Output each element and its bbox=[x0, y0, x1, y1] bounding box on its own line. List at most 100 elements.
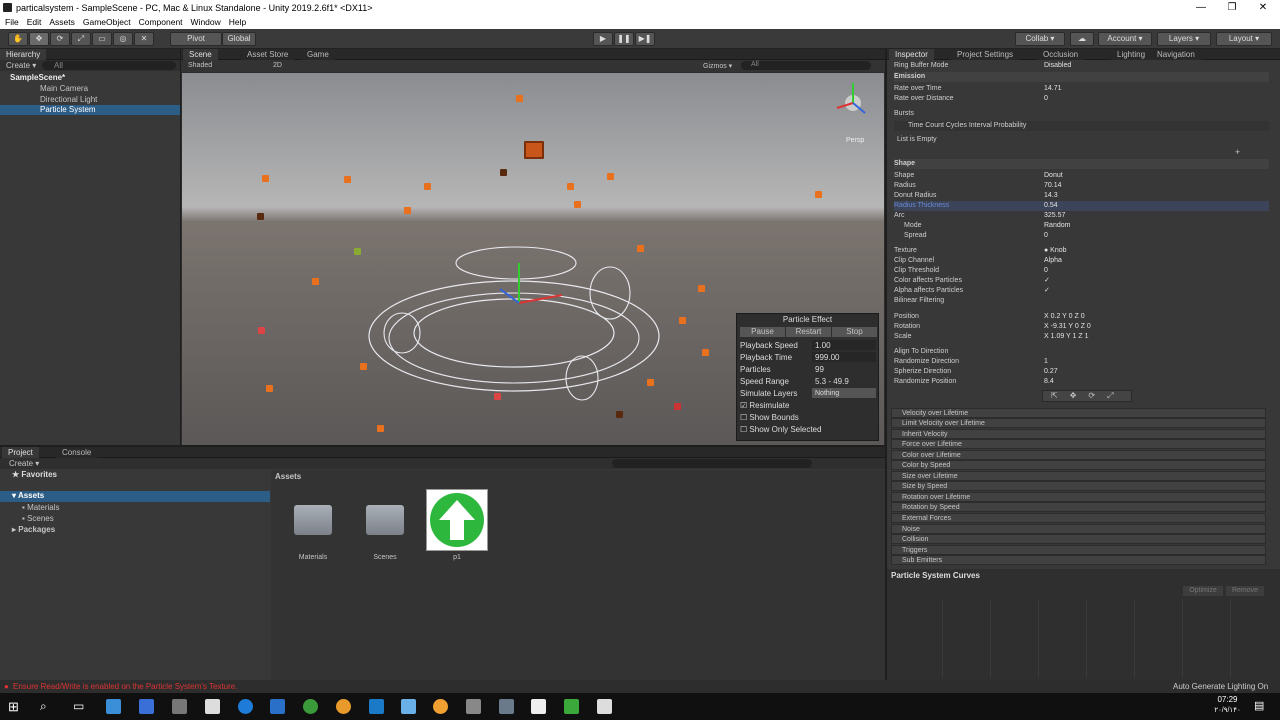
clock-time[interactable]: 07:29 bbox=[1205, 695, 1250, 704]
show-bounds-row[interactable]: ☐ Show Bounds bbox=[740, 412, 876, 423]
app-icon[interactable] bbox=[369, 699, 384, 714]
clip-channel-dropdown[interactable]: Alpha bbox=[1044, 256, 1062, 266]
module-external-forces[interactable]: External Forces bbox=[891, 513, 1266, 523]
pause-button[interactable]: ❚❚ bbox=[614, 32, 634, 46]
show-only-selected-row[interactable]: ☐ Show Only Selected bbox=[740, 424, 876, 435]
hand-tool-icon[interactable]: ✋ bbox=[8, 32, 28, 46]
step-button[interactable]: ▶❚ bbox=[635, 32, 655, 46]
rate-over-time-field[interactable]: 14.71 bbox=[1044, 84, 1062, 94]
favorites-label[interactable]: ★ Favorites bbox=[12, 470, 57, 479]
p1-texture[interactable] bbox=[426, 489, 488, 551]
menu-edit[interactable]: Edit bbox=[27, 16, 42, 29]
module-sub-emitters[interactable]: Sub Emitters bbox=[891, 555, 1266, 565]
resimulate-row[interactable]: ☑ Resimulate bbox=[740, 400, 876, 411]
scene-root[interactable]: SampleScene* bbox=[0, 73, 180, 83]
tab-lighting[interactable]: Lighting bbox=[1111, 49, 1152, 60]
add-burst-button[interactable]: + bbox=[1235, 147, 1240, 157]
module-limit-velocity[interactable]: Limit Velocity over Lifetime bbox=[891, 418, 1266, 428]
tab-project-settings[interactable]: Project Settings bbox=[951, 49, 1020, 60]
module-triggers[interactable]: Triggers bbox=[891, 545, 1266, 555]
particle-system-icon[interactable] bbox=[524, 141, 544, 159]
rotate-tool-icon[interactable]: ⟳ bbox=[50, 32, 70, 46]
shading-mode-dropdown[interactable]: Shaded bbox=[188, 62, 212, 69]
search-icon[interactable]: ⌕ bbox=[40, 699, 55, 714]
app-icon[interactable] bbox=[564, 699, 579, 714]
remove-button[interactable]: Remove bbox=[1226, 586, 1264, 596]
tab-console[interactable]: Console bbox=[56, 447, 98, 458]
module-size-over-lifetime[interactable]: Size over Lifetime bbox=[891, 471, 1266, 481]
curve-editor[interactable] bbox=[895, 599, 1275, 677]
global-toggle[interactable]: Global bbox=[222, 32, 256, 46]
resimulate-checkbox[interactable]: ☑ bbox=[740, 401, 747, 410]
hierarchy-item-particle-system[interactable]: Particle System bbox=[0, 105, 180, 115]
gizmos-dropdown[interactable]: Gizmos ▾ bbox=[703, 62, 732, 70]
color-affects-checkbox[interactable]: ✓ bbox=[1044, 276, 1050, 286]
unity-icon[interactable] bbox=[531, 699, 546, 714]
arc-spread-field[interactable]: 0 bbox=[1044, 231, 1048, 241]
simulate-layers-dropdown[interactable]: Nothing bbox=[812, 388, 876, 398]
windows-start-icon[interactable]: ⊞ bbox=[8, 699, 23, 714]
account-dropdown[interactable]: Account ▾ bbox=[1098, 32, 1152, 46]
spherize-direction-field[interactable]: 0.27 bbox=[1044, 367, 1058, 377]
shape-gizmo-tools[interactable]: ⇱✥⟳⤢ bbox=[1042, 390, 1132, 402]
hierarchy-search[interactable]: All bbox=[42, 61, 176, 70]
project-search[interactable] bbox=[612, 459, 812, 468]
restart-effect-button[interactable]: Restart bbox=[786, 327, 831, 337]
tree-packages[interactable]: ▸ Packages bbox=[12, 525, 55, 534]
module-rotation-over-lifetime[interactable]: Rotation over Lifetime bbox=[891, 492, 1266, 502]
maximize-button[interactable]: ❐ bbox=[1217, 1, 1247, 15]
file-explorer-icon[interactable] bbox=[106, 699, 121, 714]
module-force-over-lifetime[interactable]: Force over Lifetime bbox=[891, 439, 1266, 449]
pivot-toggle[interactable]: Pivot bbox=[170, 32, 222, 46]
folder-icon[interactable] bbox=[366, 505, 404, 535]
rect-tool-icon[interactable]: ▭ bbox=[92, 32, 112, 46]
hierarchy-item-main-camera[interactable]: Main Camera bbox=[0, 84, 180, 94]
scale-fields[interactable]: X 1.09 Y 1 Z 1 bbox=[1044, 332, 1089, 342]
custom-tool-icon[interactable]: ✕ bbox=[134, 32, 154, 46]
menu-assets[interactable]: Assets bbox=[49, 16, 75, 29]
mail-icon[interactable] bbox=[270, 699, 285, 714]
position-fields[interactable]: X 0.2 Y 0 Z 0 bbox=[1044, 312, 1085, 322]
tab-game[interactable]: Game bbox=[301, 49, 335, 60]
randomize-position-field[interactable]: 8.4 bbox=[1044, 377, 1054, 387]
tab-navigation[interactable]: Navigation bbox=[1151, 49, 1201, 60]
show-bounds-checkbox[interactable]: ☐ bbox=[740, 413, 747, 422]
move-tool-icon[interactable]: ✥ bbox=[29, 32, 49, 46]
tree-materials[interactable]: ▪ Materials bbox=[22, 503, 60, 512]
tab-inspector[interactable]: Inspector bbox=[889, 49, 934, 60]
rotation-fields[interactable]: X -9.31 Y 0 Z 0 bbox=[1044, 322, 1091, 332]
app-icon[interactable] bbox=[499, 699, 514, 714]
transform-tool-icon[interactable]: ◎ bbox=[113, 32, 133, 46]
app-icon[interactable] bbox=[401, 699, 416, 714]
scene-search[interactable]: All bbox=[741, 61, 871, 70]
prop-value[interactable]: Disabled bbox=[1044, 61, 1071, 71]
rate-over-distance-field[interactable]: 0 bbox=[1044, 94, 1048, 104]
optimize-button[interactable]: Optimize bbox=[1183, 586, 1223, 596]
tab-occlusion[interactable]: Occlusion bbox=[1037, 49, 1085, 60]
shape-dropdown[interactable]: Donut bbox=[1044, 171, 1063, 181]
tab-project[interactable]: Project bbox=[2, 447, 39, 458]
menu-gameobject[interactable]: GameObject bbox=[83, 16, 131, 29]
module-size-by-speed[interactable]: Size by Speed bbox=[891, 481, 1266, 491]
hierarchy-item-directional-light[interactable]: Directional Light bbox=[0, 95, 180, 105]
module-collision[interactable]: Collision bbox=[891, 534, 1266, 544]
playback-speed-field[interactable]: 1.00 bbox=[812, 340, 876, 350]
randomize-direction-field[interactable]: 1 bbox=[1044, 357, 1048, 367]
play-button[interactable]: ▶ bbox=[593, 32, 613, 46]
minimize-button[interactable]: — bbox=[1186, 1, 1216, 15]
module-shape[interactable]: Shape bbox=[894, 159, 1269, 169]
collab-dropdown[interactable]: Collab ▾ bbox=[1015, 32, 1065, 46]
menu-file[interactable]: File bbox=[5, 16, 19, 29]
create-dropdown[interactable]: Create ▾ bbox=[9, 459, 39, 468]
module-inherit-velocity[interactable]: Inherit Velocity bbox=[891, 429, 1266, 439]
texture-field[interactable]: ● Knob bbox=[1044, 246, 1067, 256]
tab-hierarchy[interactable]: Hierarchy bbox=[0, 49, 47, 60]
module-emission[interactable]: Emission bbox=[894, 72, 1269, 82]
module-velocity-over-lifetime[interactable]: Velocity over Lifetime bbox=[891, 408, 1266, 418]
scene-viewport[interactable]: Persp Particle Effect Pause Restart Stop… bbox=[182, 73, 884, 445]
calculator-icon[interactable] bbox=[205, 699, 220, 714]
arc-mode-dropdown[interactable]: Random bbox=[1044, 221, 1070, 231]
layers-dropdown[interactable]: Layers ▾ bbox=[1157, 32, 1211, 46]
stop-effect-button[interactable]: Stop bbox=[832, 327, 877, 337]
close-button[interactable]: ✕ bbox=[1248, 1, 1278, 15]
